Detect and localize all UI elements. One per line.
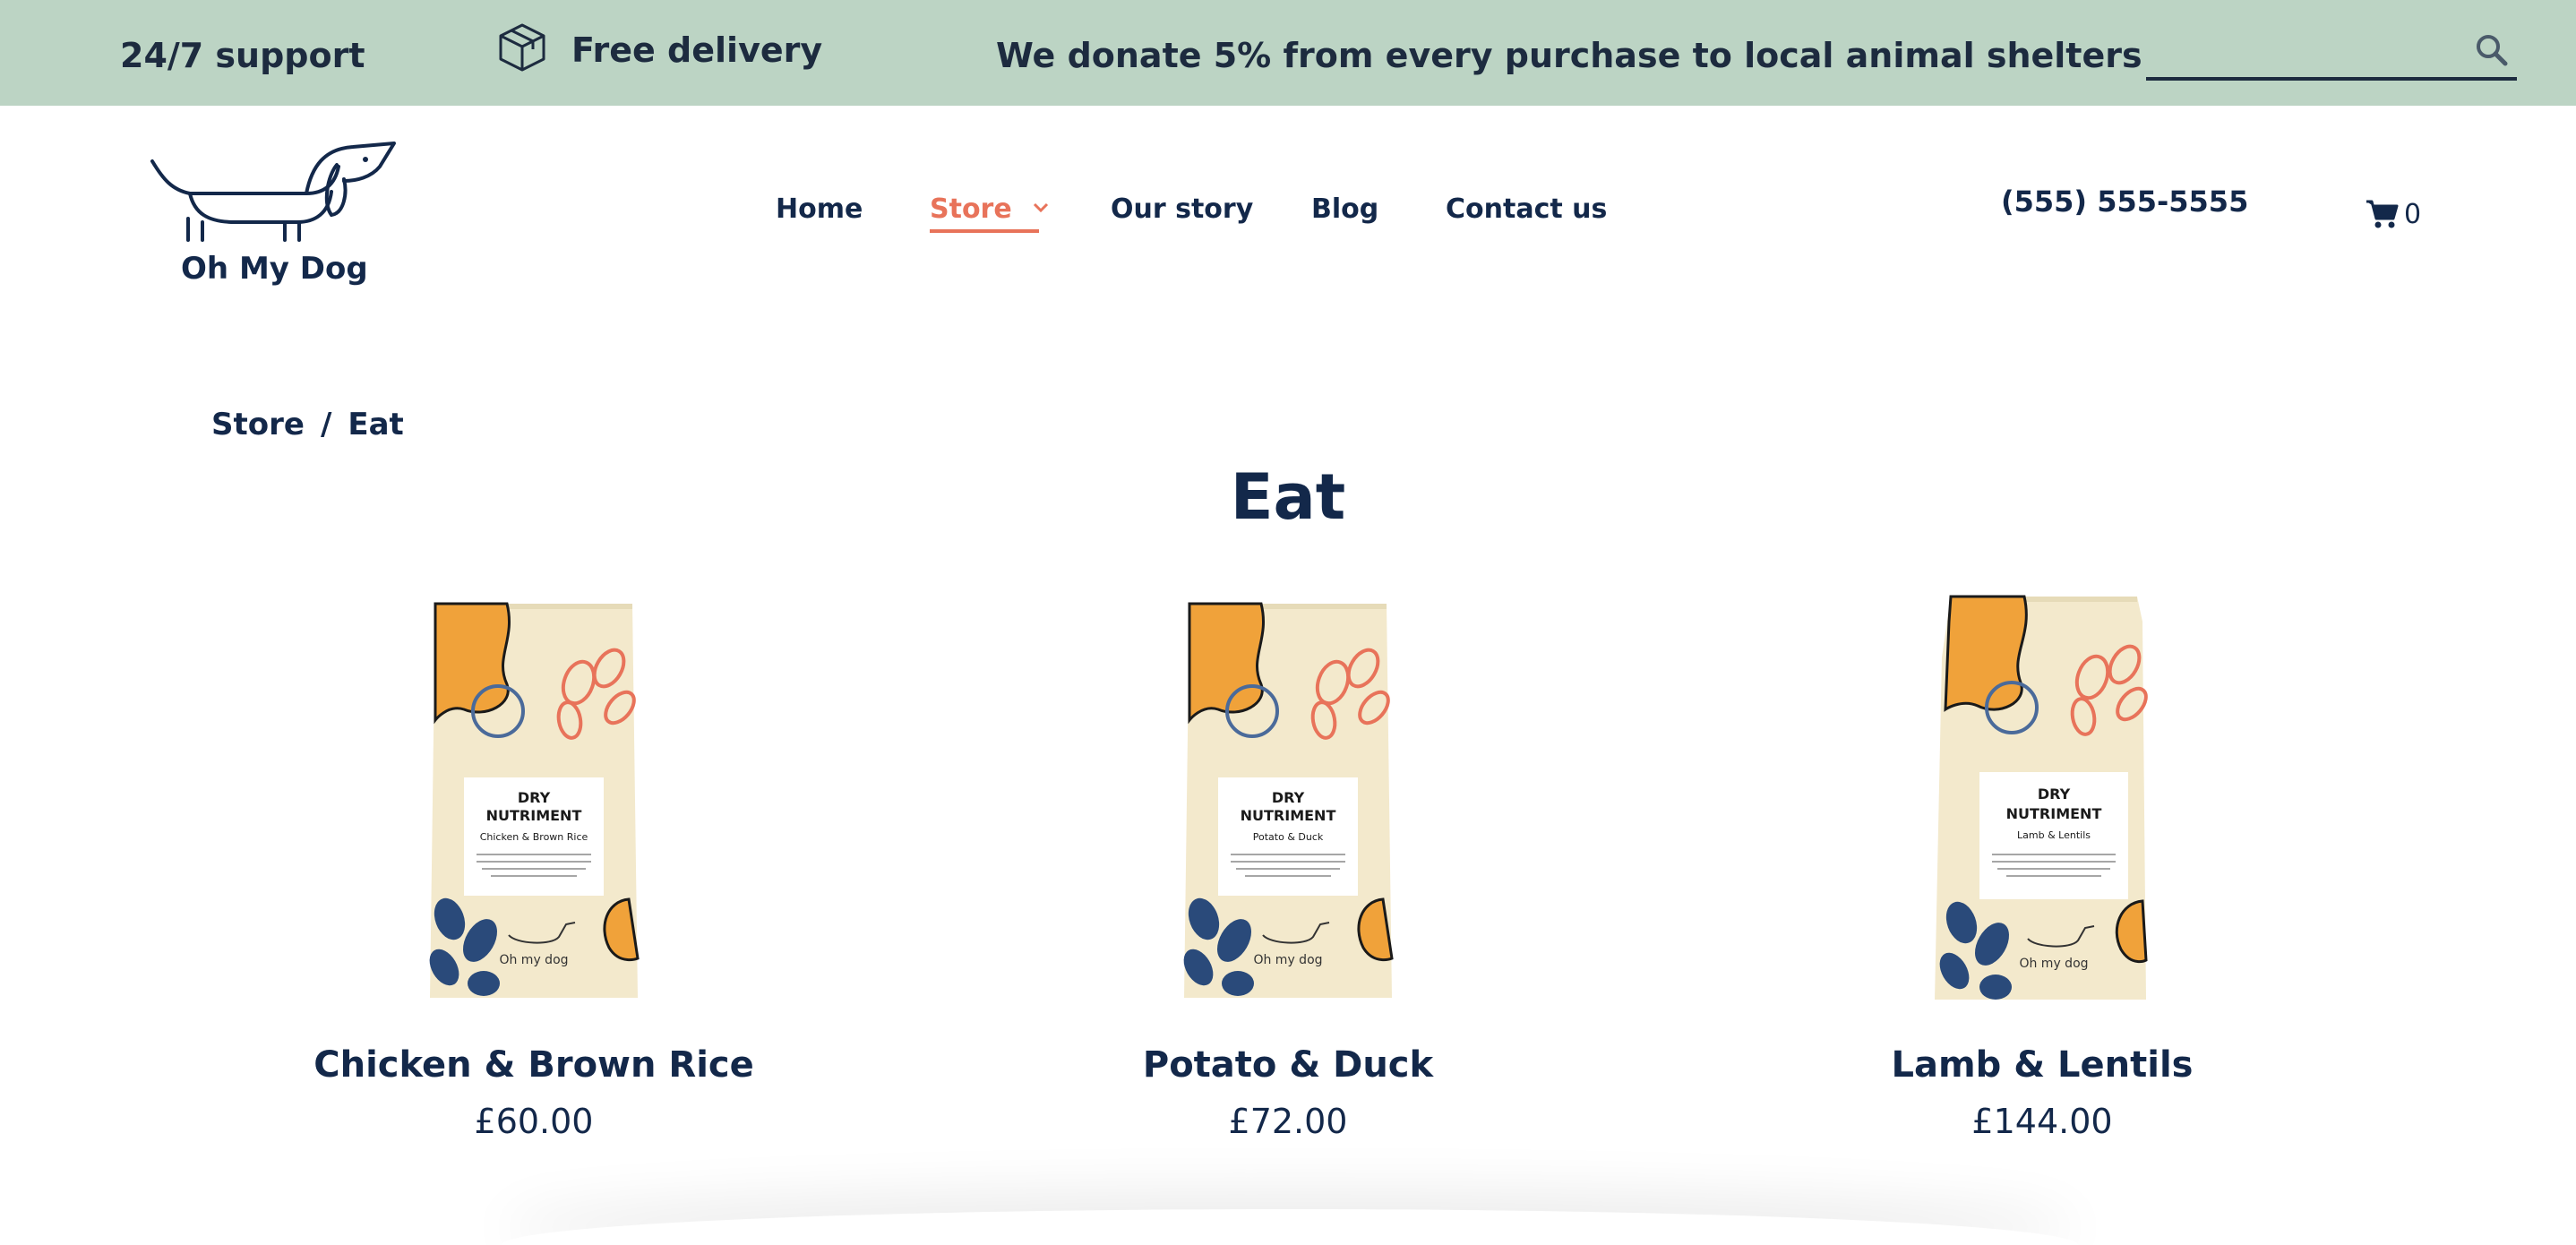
breadcrumb: Store / Eat bbox=[211, 407, 404, 442]
phone-number[interactable]: (555) 555-5555 bbox=[2001, 185, 2248, 219]
breadcrumb-store[interactable]: Store bbox=[211, 407, 305, 442]
active-underline bbox=[930, 229, 1039, 233]
nav-blog[interactable]: Blog bbox=[1311, 193, 1378, 225]
bag-brand: Oh my dog bbox=[499, 953, 568, 967]
logo-text: Oh My Dog bbox=[181, 251, 368, 287]
bag-label-title-2: NUTRIMENT bbox=[1241, 807, 1336, 824]
bag-label-flavor: Lamb & Lentils bbox=[2017, 829, 2091, 841]
product-card[interactable]: DRY NUTRIMENT Lamb & Lentils Oh my dog L… bbox=[1791, 586, 2293, 1159]
nav-store[interactable]: Store bbox=[930, 193, 1050, 233]
product-card[interactable]: DRY NUTRIMENT Chicken & Brown Rice Oh my… bbox=[283, 586, 785, 1159]
bag-label-flavor: Chicken & Brown Rice bbox=[480, 831, 588, 843]
cart-count: 0 bbox=[2404, 199, 2422, 230]
bag-label-title-2: NUTRIMENT bbox=[2006, 805, 2102, 822]
nav-our-story[interactable]: Our story bbox=[1111, 193, 1253, 225]
dachshund-logo-icon bbox=[150, 142, 396, 242]
breadcrumb-current: Eat bbox=[348, 407, 404, 442]
nav-contact-us[interactable]: Contact us bbox=[1446, 193, 1607, 225]
site-logo[interactable]: Oh My Dog bbox=[145, 140, 405, 292]
page-title: Eat bbox=[1230, 460, 1346, 534]
search-icon[interactable] bbox=[2474, 32, 2510, 68]
bag-brand: Oh my dog bbox=[1253, 953, 1322, 967]
product-price: £72.00 bbox=[1228, 1102, 1348, 1141]
nav-store-label: Store bbox=[930, 193, 1012, 225]
bag-label-title-1: DRY bbox=[518, 789, 551, 806]
product-image[interactable]: DRY NUTRIMENT Chicken & Brown Rice Oh my… bbox=[408, 586, 659, 1007]
product-price: £144.00 bbox=[1971, 1102, 2113, 1141]
bag-label-title-2: NUTRIMENT bbox=[486, 807, 582, 824]
donation-message: We donate 5% from every purchase to loca… bbox=[996, 36, 2142, 75]
bag-label-flavor: Potato & Duck bbox=[1253, 831, 1324, 843]
product-image[interactable]: DRY NUTRIMENT Potato & Duck Oh my dog bbox=[1163, 586, 1413, 1007]
free-delivery-text: Free delivery bbox=[571, 30, 823, 70]
support-text: 24/7 support bbox=[120, 36, 365, 75]
search-box bbox=[2146, 25, 2517, 81]
shopping-cart-icon bbox=[2366, 200, 2399, 228]
breadcrumb-separator: / bbox=[320, 407, 332, 442]
product-image[interactable]: DRY NUTRIMENT Lamb & Lentils Oh my dog bbox=[1917, 586, 2168, 1007]
product-name[interactable]: Chicken & Brown Rice bbox=[283, 1044, 785, 1086]
package-box-icon bbox=[494, 20, 550, 75]
product-name[interactable]: Potato & Duck bbox=[1037, 1044, 1539, 1086]
promo-bar: 24/7 support Free delivery We donate 5% … bbox=[0, 0, 2576, 106]
bag-brand: Oh my dog bbox=[2019, 957, 2088, 971]
bag-label-title-1: DRY bbox=[2038, 786, 2071, 803]
product-name[interactable]: Lamb & Lentils bbox=[1791, 1044, 2293, 1086]
chevron-down-icon[interactable] bbox=[1032, 197, 1050, 219]
nav-home[interactable]: Home bbox=[776, 193, 863, 225]
product-price: £60.00 bbox=[474, 1102, 594, 1141]
search-input[interactable] bbox=[2146, 25, 2451, 75]
bag-label-title-1: DRY bbox=[1272, 789, 1305, 806]
product-card[interactable]: DRY NUTRIMENT Potato & Duck Oh my dog Po… bbox=[1037, 586, 1539, 1159]
section-divider-shadow bbox=[502, 1209, 2078, 1245]
